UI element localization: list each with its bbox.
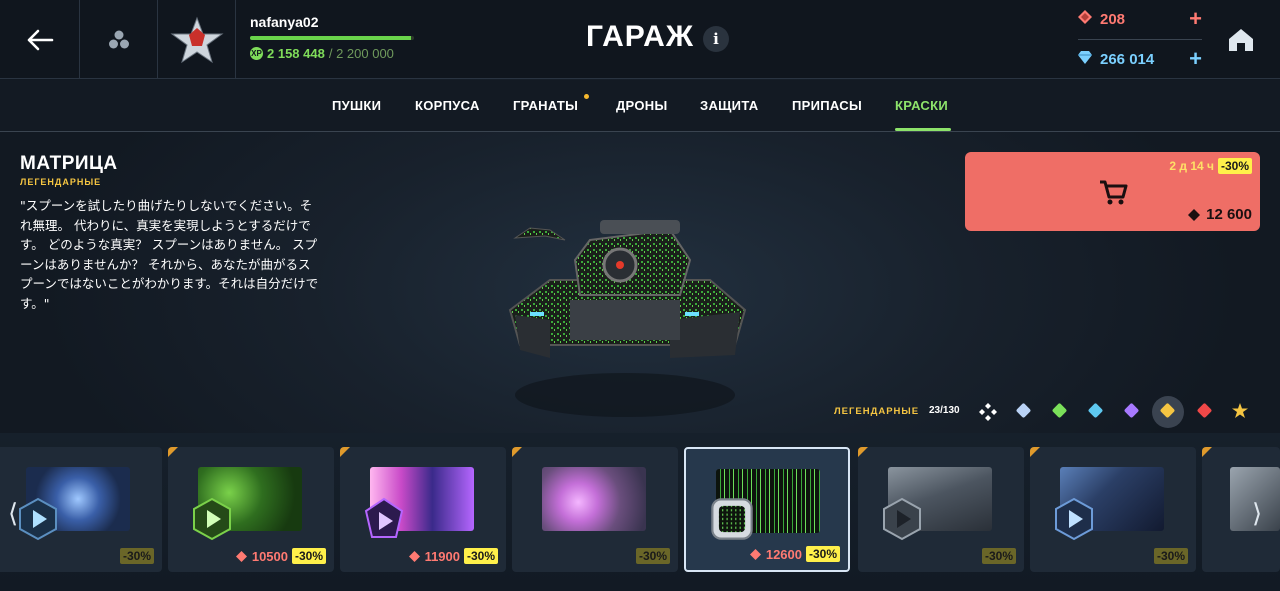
tab-protection[interactable]: ЗАЩИТА xyxy=(700,98,758,113)
legendary-corner xyxy=(858,447,868,457)
tab-drones[interactable]: ДРОНЫ xyxy=(616,98,668,113)
card-discount: -30% xyxy=(1153,548,1188,564)
category-tabs: ПУШКИ КОРПУСА ГРАНАТЫ ДРОНЫ ЗАЩИТА ПРИПА… xyxy=(0,80,1280,132)
rarity-filter-count: 23/130 xyxy=(929,405,960,416)
legendary-corner xyxy=(1202,447,1212,457)
paint-card[interactable]: -30% xyxy=(512,447,678,572)
filter-all-icon[interactable] xyxy=(979,403,997,421)
active-tab-indicator xyxy=(895,128,951,131)
paint-card[interactable]: -30% xyxy=(0,447,162,572)
animated-paint-icon xyxy=(883,497,921,541)
filter-special-star-icon[interactable] xyxy=(1232,403,1248,418)
filter-common-icon[interactable] xyxy=(1015,402,1032,419)
paint-card[interactable]: -30% xyxy=(1030,447,1196,572)
animated-paint-icon xyxy=(1055,497,1093,541)
add-rubies-button[interactable]: + xyxy=(1189,8,1202,30)
buy-price: 12 600 xyxy=(1188,206,1252,223)
cart-icon xyxy=(1100,180,1128,205)
crystals-value: 266 014 xyxy=(1100,50,1155,68)
tab-paints[interactable]: КРАСКИ xyxy=(895,98,948,113)
rubies-balance: 208 + xyxy=(1078,8,1202,30)
animated-paint-icon xyxy=(19,497,57,541)
back-arrow-icon xyxy=(27,29,53,50)
xp-progress-fill xyxy=(250,36,411,40)
player-info: nafanya02 XP 2 158 448 / 2 200 000 xyxy=(250,14,420,61)
card-discount: -30% xyxy=(463,548,498,564)
clan-button[interactable] xyxy=(80,0,158,79)
item-name: МАТРИЦА xyxy=(20,153,118,174)
ruby-icon xyxy=(1188,208,1201,221)
filter-exotic-icon[interactable] xyxy=(1196,402,1213,419)
ruby-icon xyxy=(1078,10,1092,28)
tab-supplies[interactable]: ПРИПАСЫ xyxy=(792,98,862,113)
card-discount: -30% xyxy=(291,548,326,564)
buy-price-value: 12 600 xyxy=(1206,206,1252,223)
animated-paint-icon xyxy=(193,497,231,541)
sale-discount: -30% xyxy=(1217,158,1252,174)
legendary-corner xyxy=(512,447,522,457)
matrix-paint-icon xyxy=(711,498,753,540)
card-price: 10500 xyxy=(235,549,288,564)
ruby-icon xyxy=(235,551,247,562)
paint-thumbnail xyxy=(542,467,646,531)
paint-card[interactable]: 10500 -30% xyxy=(168,447,334,572)
card-discount: -30% xyxy=(805,546,840,562)
xp-max: / 2 200 000 xyxy=(328,46,394,61)
crystals-balance: 266 014 + xyxy=(1078,48,1202,70)
clan-icon xyxy=(108,30,129,48)
card-discount: -30% xyxy=(119,548,154,564)
crystal-icon xyxy=(1078,50,1092,68)
ruby-icon xyxy=(408,551,420,562)
card-price: 12600 xyxy=(749,547,802,562)
garage-screen: nafanya02 XP 2 158 448 / 2 200 000 ГАРАЖ… xyxy=(0,0,1280,591)
back-button[interactable] xyxy=(0,0,80,79)
rarity-filter-label: ЛЕГЕНДАРНЫЕ xyxy=(834,406,920,417)
card-price-value: 11900 xyxy=(424,549,460,564)
xp-progress-bar xyxy=(250,36,414,40)
filter-uncommon-icon[interactable] xyxy=(1051,402,1068,419)
page-title: ГАРАЖ xyxy=(586,20,694,53)
tab-grenades[interactable]: ГРАНАТЫ xyxy=(513,98,578,113)
filter-epic-icon[interactable] xyxy=(1123,402,1140,419)
rank-button[interactable] xyxy=(158,0,236,79)
paint-card[interactable]: 11900 -30% xyxy=(340,447,506,572)
card-discount: -30% xyxy=(981,548,1016,564)
add-crystals-button[interactable]: + xyxy=(1189,48,1202,70)
paint-card[interactable]: -30% xyxy=(858,447,1024,572)
scroll-right-arrow[interactable]: ⟩ xyxy=(1252,498,1262,529)
item-rarity: ЛЕГЕНДАРНЫЕ xyxy=(20,177,102,187)
notification-dot xyxy=(584,94,589,99)
filter-rare-icon[interactable] xyxy=(1087,402,1104,419)
xp-current: 2 158 448 xyxy=(267,46,325,61)
xp-values: XP 2 158 448 / 2 200 000 xyxy=(250,46,420,61)
rubies-value: 208 xyxy=(1100,10,1126,28)
sale-timer-text: 2 д 14 ч xyxy=(1169,159,1214,173)
top-bar: nafanya02 XP 2 158 448 / 2 200 000 ГАРАЖ… xyxy=(0,0,1280,79)
legendary-corner xyxy=(168,447,178,457)
ruby-icon xyxy=(749,549,761,560)
currency-divider xyxy=(1078,39,1202,40)
player-name: nafanya02 xyxy=(250,14,319,30)
home-icon xyxy=(1229,29,1253,51)
tab-hulls[interactable]: КОРПУСА xyxy=(415,98,480,113)
item-description: "スプーンを試したり曲げたりしないでください。それ無理。 代わりに、真実を実現し… xyxy=(20,198,319,311)
legendary-corner xyxy=(1030,447,1040,457)
legendary-corner xyxy=(340,447,350,457)
card-price-value: 12600 xyxy=(765,547,802,562)
animated-paint-icon xyxy=(364,497,404,538)
sale-timer: 2 д 14 ч -30% xyxy=(1169,158,1252,174)
paint-card-selected[interactable]: 12600 -30% xyxy=(684,447,850,572)
rank-star-icon xyxy=(169,16,224,63)
buy-button[interactable]: 2 д 14 ч -30% 12 600 xyxy=(965,152,1260,231)
info-icon[interactable]: i xyxy=(703,26,729,52)
tab-guns[interactable]: ПУШКИ xyxy=(332,98,381,113)
scroll-left-arrow[interactable]: ⟨ xyxy=(8,498,18,529)
card-discount: -30% xyxy=(635,548,670,564)
paint-card[interactable] xyxy=(1202,447,1280,572)
xp-icon: XP xyxy=(250,47,263,60)
tank-preview[interactable] xyxy=(490,200,770,430)
card-price-value: 10500 xyxy=(251,549,288,564)
home-button[interactable] xyxy=(1226,26,1256,54)
card-price: 11900 xyxy=(408,549,460,564)
